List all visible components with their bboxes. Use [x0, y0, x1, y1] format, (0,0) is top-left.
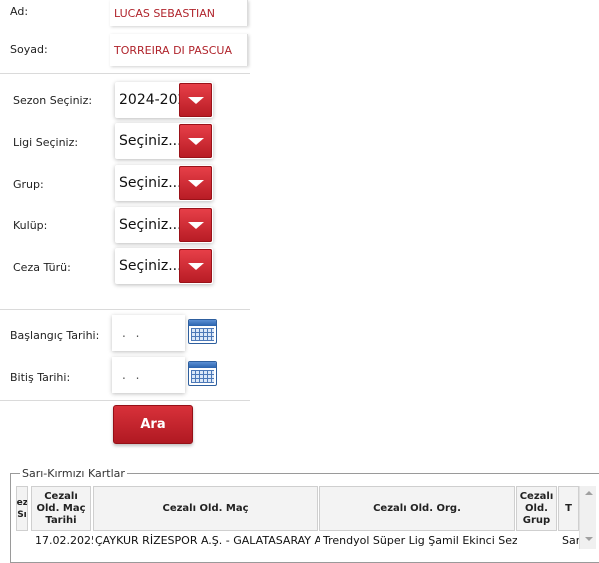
row-org: Trendyol Süper Lig Şamil Ekinci Sezonu	[323, 534, 517, 547]
kulup-select[interactable]: Seçiniz...	[115, 207, 213, 243]
divider	[0, 73, 250, 74]
column-header-ceza-si[interactable]: Ceza Sı	[16, 486, 28, 531]
ad-label: Ad:	[10, 5, 29, 18]
search-button[interactable]: Ara	[113, 405, 193, 444]
soyad-label: Soyad:	[10, 43, 48, 56]
ceza-turu-select-value: Seçiniz...	[119, 258, 179, 274]
kulup-label: Kulüp:	[13, 219, 48, 232]
column-header-mac-tarihi[interactable]: Cezalı Old. Maç Tarihi	[31, 486, 91, 531]
results-legend: Sarı-Kırmızı Kartlar	[20, 467, 127, 480]
scroll-up-icon[interactable]	[580, 486, 597, 500]
bitis-label: Bitiş Tarihi:	[10, 371, 71, 384]
sezon-select-value: 2024-2025	[119, 92, 179, 108]
row-match: ÇAYKUR RİZESPOR A.Ş. - GALATASARAY A.Ş.	[95, 534, 320, 547]
chevron-down-icon[interactable]	[179, 83, 212, 117]
calendar-icon[interactable]	[188, 319, 217, 344]
row-type: Sarı	[562, 534, 579, 547]
divider	[0, 309, 250, 310]
vertical-scrollbar[interactable]	[579, 486, 596, 549]
chevron-down-icon[interactable]	[179, 166, 212, 200]
column-header-org[interactable]: Cezalı Old. Org.	[319, 486, 515, 531]
start-date-input[interactable]: . .	[112, 315, 185, 351]
kulup-select-value: Seçiniz...	[119, 217, 179, 233]
grup-label: Grup:	[13, 178, 44, 191]
divider	[0, 400, 250, 401]
column-header-tur[interactable]: T	[558, 486, 579, 531]
row-date: 17.02.2025	[35, 534, 93, 547]
scroll-down-icon[interactable]	[580, 532, 597, 546]
calendar-icon[interactable]	[188, 361, 217, 386]
ad-field: LUCAS SEBASTIAN	[110, 0, 248, 26]
ligi-select-value: Seçiniz...	[119, 133, 179, 149]
ceza-turu-select[interactable]: Seçiniz...	[115, 248, 213, 284]
chevron-down-icon[interactable]	[179, 249, 212, 283]
end-date-input[interactable]: . .	[112, 357, 185, 393]
ligi-label: Ligi Seçiniz:	[13, 136, 79, 149]
soyad-field: TORREIRA DI PASCUA	[110, 34, 248, 66]
grup-select-value: Seçiniz...	[119, 175, 179, 191]
column-header-grup[interactable]: Cezalı Old. Grup	[516, 486, 557, 531]
baslangic-label: Başlangıç Tarihi:	[10, 329, 100, 342]
ligi-select[interactable]: Seçiniz...	[115, 123, 213, 159]
chevron-down-icon[interactable]	[179, 124, 212, 158]
ceza-turu-label: Ceza Türü:	[13, 261, 71, 274]
column-header-mac[interactable]: Cezalı Old. Maç	[93, 486, 318, 531]
sezon-label: Sezon Seçiniz:	[13, 94, 93, 107]
grup-select[interactable]: Seçiniz...	[115, 165, 213, 201]
sezon-select[interactable]: 2024-2025	[115, 82, 213, 118]
chevron-down-icon[interactable]	[179, 208, 212, 242]
